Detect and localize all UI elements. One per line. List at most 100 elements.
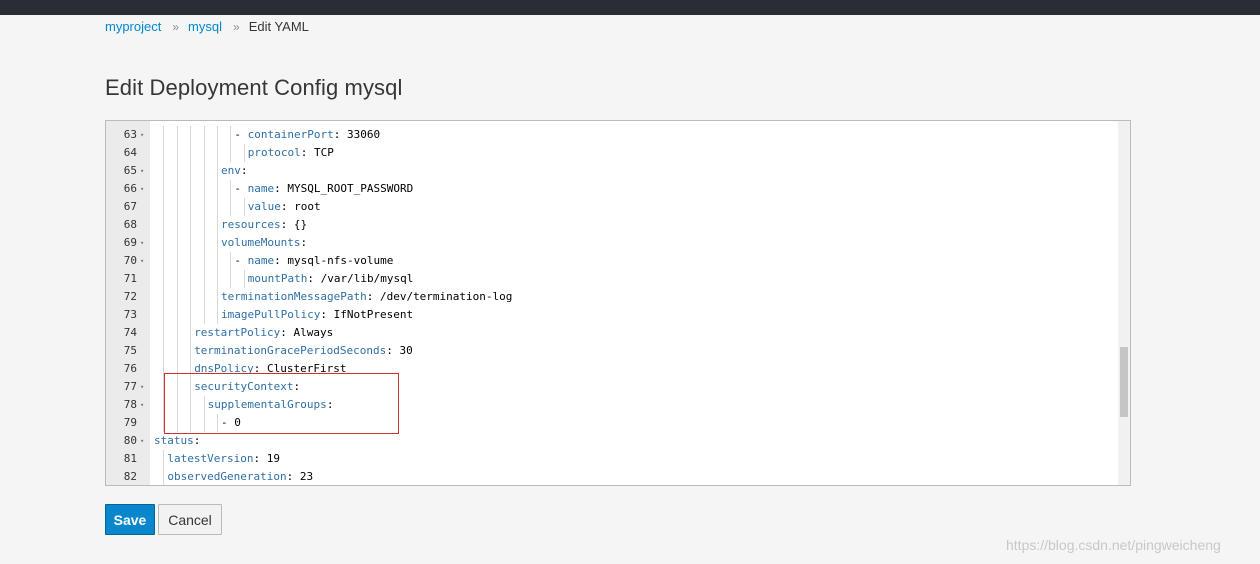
code-line[interactable]: 75 terminationGracePeriodSeconds: 30 [106,342,1116,360]
fold-arrow-icon[interactable]: ▾ [140,378,144,396]
indent-guide [176,216,178,234]
breadcrumb-link-mysql[interactable]: mysql [188,19,222,34]
line-number: 76 [123,362,137,375]
indent-guide [203,216,205,234]
line-number: 81 [123,452,137,465]
yaml-key: protocol [247,146,301,159]
indent-guide [230,270,232,288]
line-number: 63 [123,128,137,141]
code-line[interactable]: 63 ▾ - containerPort: 33060 [106,126,1116,144]
yaml-value: MYSQL_ROOT_PASSWORD [280,182,414,195]
indent-guide [190,234,192,252]
fold-arrow-icon[interactable]: ▾ [140,252,144,270]
line-number: 65 [123,164,137,177]
colon: : [280,200,288,213]
fold-arrow-icon[interactable]: ▾ [140,234,144,252]
save-button[interactable]: Save [105,504,155,535]
fold-arrow-icon[interactable]: ▾ [140,126,144,144]
code-line[interactable]: 65 ▾ env: [106,162,1116,180]
code-line[interactable]: 74 restartPolicy: Always [106,324,1116,342]
indent-guide [190,216,192,234]
page-title: Edit Deployment Config mysql [105,75,403,100]
yaml-key: imagePullPolicy [221,308,321,321]
colon: : [274,182,281,195]
yaml-key: terminationGracePeriodSeconds [194,344,387,357]
code-text[interactable]: - containerPort: 33060 [234,126,380,144]
indent-guide [203,144,205,162]
scrollbar-thumb[interactable] [1120,347,1128,417]
yaml-key: observedGeneration [167,470,287,483]
indent-guide [176,324,178,342]
indent-guide [163,342,165,360]
code-line[interactable]: 71 mountPath: /var/lib/mysql [106,270,1116,288]
code-line[interactable]: 66 ▾ - name: MYSQL_ROOT_PASSWORD [106,180,1116,198]
code-text[interactable]: - name: MYSQL_ROOT_PASSWORD [234,180,413,198]
code-text[interactable]: terminationGracePeriodSeconds: 30 [194,342,413,360]
indent-guide [190,198,192,216]
code-line[interactable]: 70 ▾ - name: mysql-nfs-volume [106,252,1116,270]
code-line[interactable]: 82 observedGeneration: 23 [106,468,1116,485]
indent-guide [230,252,232,270]
yaml-value: TCP [307,146,334,159]
yaml-key: containerPort [247,128,334,141]
cancel-button[interactable]: Cancel [158,504,222,535]
fold-arrow-icon[interactable]: ▾ [140,396,144,414]
code-text[interactable]: status: [154,432,200,450]
code-text[interactable]: volumeMounts: [221,234,307,252]
indent-guide [243,270,245,288]
code-text[interactable]: restartPolicy: Always [194,324,333,342]
line-number: 71 [123,272,137,285]
indent-guide [190,288,192,306]
indent-guide [203,270,205,288]
colon: : [320,308,327,321]
code-text[interactable]: value: root [248,198,321,216]
indent-guide [203,288,205,306]
code-text[interactable]: - name: mysql-nfs-volume [234,252,393,270]
indent-guide [217,216,218,234]
fold-arrow-icon[interactable]: ▾ [140,162,144,180]
indent-guide [176,162,178,180]
fold-arrow-icon[interactable]: ▾ [140,432,144,450]
code-line[interactable]: 73 imagePullPolicy: IfNotPresent [106,306,1116,324]
code-text[interactable]: env: [221,162,248,180]
code-line[interactable]: 72 terminationMessagePath: /dev/terminati… [106,288,1116,306]
code-text[interactable]: observedGeneration: 23 [167,468,313,485]
code-text[interactable]: protocol: TCP [248,144,334,162]
indent-guide [190,342,192,360]
code-text[interactable]: imagePullPolicy: IfNotPresent [221,306,413,324]
fold-arrow-icon[interactable]: ▾ [140,180,144,198]
yaml-key: env [221,164,241,177]
line-number: 80 [123,434,137,447]
code-line[interactable]: 69 ▾ volumeMounts: [106,234,1116,252]
line-number: 66 [123,182,137,195]
yaml-key: name [247,182,275,195]
editor-vertical-scrollbar[interactable] [1118,121,1130,485]
code-line[interactable]: 68 resources: {} [106,216,1116,234]
indent-guide [163,216,165,234]
code-line[interactable]: 81 latestVersion: 19 [106,450,1116,468]
indent-guide [217,288,218,306]
breadcrumb-link-project[interactable]: myproject [105,19,161,34]
yaml-value: 19 [260,452,280,465]
indent-guide [176,180,178,198]
indent-guide [190,180,192,198]
code-line[interactable]: 64 protocol: TCP [106,144,1116,162]
line-number: 74 [123,326,137,339]
code-line[interactable]: 80 ▾ status: [106,432,1116,450]
code-text[interactable]: mountPath: /var/lib/mysql [248,270,414,288]
line-number: 69 [123,236,137,249]
code-text[interactable]: terminationMessagePath: /dev/termination… [221,288,512,306]
indent-guide [176,306,178,324]
code-text[interactable]: latestVersion: 19 [167,450,280,468]
indent-guide [190,252,192,270]
yaml-value: /var/lib/mysql [314,272,414,285]
line-number: 73 [123,308,137,321]
code-text[interactable]: resources: {} [221,216,307,234]
code-line[interactable]: 67 value: root [106,198,1116,216]
yaml-value: 33060 [340,128,381,141]
list-dash: - [234,254,248,267]
line-number: 82 [123,470,137,483]
indent-guide [217,234,218,252]
yaml-key: terminationMessagePath [221,290,367,303]
yaml-value: /dev/termination-log [373,290,513,303]
